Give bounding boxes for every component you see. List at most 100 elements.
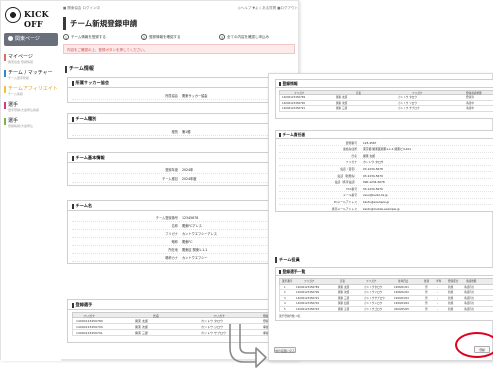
sidebar-item-label: 選手 — [8, 102, 19, 108]
table-cell: カントウゴロウ — [364, 307, 383, 311]
step-3: 3 全ての内容を確認し申込み — [219, 33, 269, 41]
nav-marker-icon — [4, 86, 6, 93]
field-row: 所属協会 関東サッカー協会 — [72, 92, 290, 100]
step-indicator: 1 チーム情報を登録する 2 登録情報を確認する 3 全ての内容を確認し申込み — [63, 33, 295, 41]
sidebar-item-sub: チーム情報 — [8, 92, 23, 96]
step-number: 1 — [63, 34, 69, 40]
tutorial-screenshot: KICK OFF 関東ページ マイページ 関東協会 登録情報 チーム / マッチ… — [0, 0, 493, 385]
sidebar-item-player[interactable]: 選手 選手登録/大会申込情報 — [4, 101, 58, 115]
field-label: メール番号 — [343, 193, 357, 198]
field-label: チーム登録番号 — [155, 216, 178, 220]
field-row: チーム種目 2024年度 — [72, 175, 290, 183]
field-label: 所属協会 — [165, 94, 178, 98]
section-title: チーム責任者 — [276, 131, 493, 139]
top-links[interactable]: ◎ヘルプ ▼よくある質問 ■ログアウト — [238, 6, 298, 11]
section-title: チーム名 — [68, 201, 292, 211]
mypage-button[interactable]: 関東ページ — [4, 33, 58, 46]
step-number: 3 — [219, 34, 225, 40]
back-button[interactable]: 前の画面に戻る — [274, 347, 296, 353]
section-title: 登録情報 — [276, 80, 493, 88]
table-header-cell: 登録区分 — [448, 280, 459, 283]
next-screen-arrow-icon — [229, 324, 267, 368]
field-value: 123-4567 — [363, 140, 377, 145]
section-title: チーム種別 — [68, 114, 292, 124]
sidebar-item-sub: 関東協会 登録情報 — [8, 60, 33, 64]
field-label: 所在地 — [168, 248, 178, 252]
field-label: 連絡先住所 — [343, 147, 357, 152]
nav-marker-icon — [4, 102, 6, 109]
table-cell: 男 — [425, 307, 428, 311]
player-count: 選手登録件数: 5名 — [279, 315, 301, 318]
field-label: 名称 — [171, 224, 178, 228]
sidebar-item-mypage[interactable]: マイページ 関東協会 登録情報 — [4, 53, 58, 67]
logo[interactable]: KICK OFF — [4, 5, 58, 29]
field-label: チーム種目 — [162, 177, 178, 181]
section-association: 所属サッカー協会 所属協会 関東サッカー協会 — [67, 77, 293, 103]
field-label: 携帯メールアドレス — [331, 206, 357, 211]
table-cell: 14000123456793 — [296, 307, 320, 311]
sidebar-item-player-info[interactable]: 選手 登録情報/大会申込 — [4, 117, 58, 131]
field-value: kanto@example.jp — [363, 199, 390, 204]
field-label: 登録年度 — [165, 168, 178, 172]
confirmation-screen: 登録情報 フリガナ 氏名 フリガナ 登録承認状態 14000123456789 … — [268, 73, 493, 361]
step-number: 2 — [141, 34, 147, 40]
sidebar-item-label: マイページ — [8, 54, 33, 60]
field-row: 名称 関東FCアレス — [72, 222, 290, 230]
top-bar: ■ 関東協会 ログイン中 ◎ヘルプ ▼よくある質問 ■ログアウト — [63, 5, 298, 13]
field-label: 氏名 — [351, 153, 357, 158]
field-row: 携帯メールアドレス kanto@mobile.example.jp — [279, 206, 493, 213]
step-label: 登録情報を確認する — [149, 35, 181, 39]
logo-text: KICK OFF — [24, 9, 49, 29]
sidebar-item-sub: 選手登録/大会申込情報 — [8, 108, 40, 112]
field-label: フリガナ — [345, 160, 357, 165]
sidebar-item-sub: 登録情報/大会申込 — [8, 124, 34, 128]
table-header-cell: 学年 — [436, 280, 442, 283]
field-value: カントウ タロウ — [363, 160, 384, 165]
field-row: フリガナ カントウエフシーアレス — [72, 230, 290, 238]
field-row: 所在地 関東区 関東1-1-1 — [72, 246, 290, 254]
field-value: kanto@mobile.example.jp — [363, 206, 400, 211]
section-category: チーム種別 種別 第1種 — [67, 113, 293, 139]
staff-heading: チーム役員 — [275, 257, 300, 263]
sidebar: KICK OFF 関東ページ マイページ 関東協会 登録情報 チーム / マッチ… — [1, 1, 61, 361]
field-row: FAX番号 03-1234-5670 — [279, 186, 493, 193]
field-row: フリガナ カントウ タロウ — [279, 159, 493, 166]
confirm-block-responsible: チーム責任者 郵便番号 123-4567 連絡先住所 東京都 関東区関東1-1-1 … — [275, 130, 493, 212]
field-row: 種別 第1種 — [72, 128, 290, 136]
field-value: 090-1234-5678 — [363, 180, 385, 185]
table-row: 14000123456791 関東 三郎 カントウ サブロウ 承認中 — [279, 106, 493, 112]
field-label: FAX番号 — [346, 186, 357, 191]
table-row: 5 14000123456793 関東 五郎 カントウゴロウ 2000/05/0… — [279, 306, 493, 312]
field-value: xxxx@kanto-fa.jp — [363, 193, 388, 198]
field-row: 電話（携帯電話） 090-1234-5678 — [279, 179, 493, 186]
team-info-heading: チーム情報 — [65, 66, 94, 73]
section-title: 登録選手一覧 — [276, 268, 493, 276]
table-cell: 承認待ち — [464, 307, 475, 311]
field-row: PCメールアドレス kanto@example.jp — [279, 199, 493, 206]
table-cell: 5 — [284, 307, 286, 311]
field-label: 略称 — [171, 240, 178, 244]
step-label: チーム情報を登録する — [71, 35, 106, 39]
page-title: チーム新規登録申請 — [63, 17, 295, 30]
table-cell: 承認中 — [466, 107, 474, 111]
sidebar-item-team[interactable]: チーム / マッチャー チーム選手登録 — [4, 69, 58, 83]
team-registration-form-screen: KICK OFF 関東ページ マイページ 関東協会 登録情報 チーム / マッチ… — [0, 0, 299, 361]
login-status: ■ 関東協会 ログイン中 — [63, 6, 101, 10]
sidebar-item-affiliate[interactable]: チームアフィリエイト チーム情報 — [4, 85, 58, 99]
section-title: チーム基本情報 — [68, 153, 292, 163]
table-cell: 2000/05/05 — [394, 307, 409, 311]
table-header-cell: 氏名 — [340, 280, 346, 283]
sidebar-item-label: チーム / マッチャー — [8, 70, 53, 76]
confirm-alert: 内容をご確認の上、登録ボタンを押してください。 — [63, 44, 295, 54]
table-header-cell: 生年月日 — [398, 280, 409, 283]
step-2: 2 登録情報を確認する — [141, 33, 181, 41]
field-value: 03-1234-5679 — [363, 173, 383, 178]
table-cell: 関東 三郎 — [336, 107, 348, 111]
field-value: 03-1234-5678 — [363, 166, 383, 171]
table-cell: 新規 — [448, 307, 454, 311]
confirm-block-players: 登録選手一覧 選手番号 フリガナ 氏名 フリガナ 生年月日 性別 学年 登録区分… — [275, 267, 493, 321]
table-cell: 14000123456791 — [282, 107, 306, 111]
field-label: 電話（勤務先） — [337, 173, 357, 178]
field-row: チーム登録番号 12345678 — [72, 214, 290, 222]
field-label: 種別 — [171, 130, 178, 134]
